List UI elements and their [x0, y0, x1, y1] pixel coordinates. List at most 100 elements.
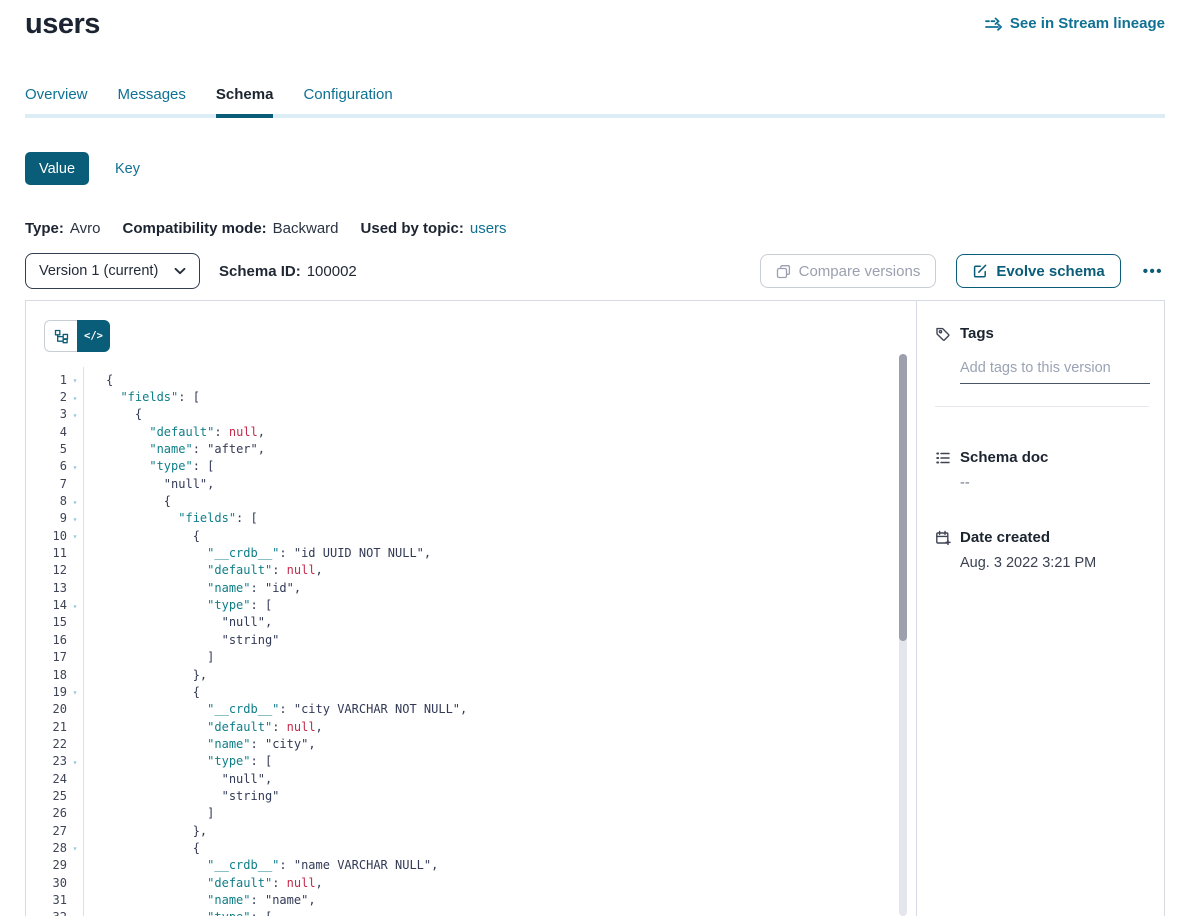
value-key-toggle: Value Key — [25, 152, 140, 185]
fold-arrow-icon[interactable]: ▾ — [67, 756, 83, 767]
line-number: 18 — [26, 668, 67, 682]
fold-arrow-icon[interactable]: ▾ — [67, 530, 83, 541]
tree-view-button[interactable] — [44, 320, 77, 352]
editor-scrollbar[interactable] — [899, 354, 907, 916]
evolve-schema-button[interactable]: Evolve schema — [956, 254, 1120, 288]
tag-icon — [935, 326, 951, 342]
fold-spacer — [67, 743, 83, 745]
tags-input[interactable] — [960, 356, 1150, 384]
code-text: ] — [83, 650, 214, 664]
compatibility-label: Compatibility mode: — [122, 220, 266, 237]
fold-arrow-icon[interactable]: ▾ — [67, 374, 83, 385]
code-text: "name": "name", — [83, 893, 316, 907]
code-text: "type": [ — [83, 598, 272, 612]
line-number: 3 — [26, 407, 67, 421]
fold-spacer — [67, 812, 83, 814]
code-text: "name": "city", — [83, 737, 316, 751]
code-line: 14▾ "type": [ — [26, 596, 902, 613]
tab-overview[interactable]: Overview — [25, 86, 88, 118]
fold-spacer — [67, 899, 83, 901]
code-line: 1▾{ — [26, 371, 902, 388]
fold-arrow-icon[interactable]: ▾ — [67, 912, 83, 916]
code-text: "string" — [83, 633, 279, 647]
tree-view-icon — [54, 329, 69, 344]
fold-arrow-icon[interactable]: ▾ — [67, 600, 83, 611]
line-number: 5 — [26, 442, 67, 456]
compare-versions-label: Compare versions — [799, 263, 921, 280]
code-view-button[interactable]: </> — [77, 320, 110, 352]
editor-view-toggle: </> — [44, 320, 110, 352]
stream-lineage-icon — [985, 17, 1003, 31]
code-text: "null", — [83, 615, 272, 629]
fold-arrow-icon[interactable]: ▾ — [67, 842, 83, 853]
stream-lineage-link[interactable]: See in Stream lineage — [985, 15, 1165, 32]
code-text: }, — [83, 668, 207, 682]
tab-schema[interactable]: Schema — [216, 86, 274, 118]
more-options-button[interactable]: ••• — [1141, 259, 1165, 284]
code-lines: 1▾{2▾ "fields": [3▾ {4 "default": null,5… — [26, 371, 902, 916]
page-title: users — [25, 8, 100, 41]
type-value: Avro — [70, 220, 101, 237]
key-toggle-button[interactable]: Key — [115, 161, 140, 177]
compare-versions-button[interactable]: Compare versions — [760, 254, 937, 288]
version-select[interactable]: Version 1 (current) — [25, 253, 200, 289]
code-line: 21 "default": null, — [26, 718, 902, 735]
type-label: Type: — [25, 220, 64, 237]
fold-spacer — [67, 726, 83, 728]
code-line: 15 "null", — [26, 614, 902, 631]
topic-link[interactable]: users — [470, 220, 507, 237]
line-number: 15 — [26, 615, 67, 629]
code-text: "default": null, — [83, 563, 323, 577]
tab-messages[interactable]: Messages — [118, 86, 186, 118]
fold-spacer — [67, 882, 83, 884]
line-number: 29 — [26, 858, 67, 872]
code-line: 23▾ "type": [ — [26, 753, 902, 770]
code-line: 2▾ "fields": [ — [26, 388, 902, 405]
code-text: "__crdb__": "name VARCHAR NULL", — [83, 858, 438, 872]
code-line: 19▾ { — [26, 683, 902, 700]
code-line: 28▾ { — [26, 839, 902, 856]
code-line: 6▾ "type": [ — [26, 458, 902, 475]
schema-doc-section: Schema doc -- — [935, 449, 1149, 491]
fold-arrow-icon[interactable]: ▾ — [67, 461, 83, 472]
value-toggle-button[interactable]: Value — [25, 152, 89, 185]
line-number: 9 — [26, 511, 67, 525]
fold-arrow-icon[interactable]: ▾ — [67, 513, 83, 524]
line-number: 19 — [26, 685, 67, 699]
fold-spacer — [67, 621, 83, 623]
line-number: 25 — [26, 789, 67, 803]
line-number: 1 — [26, 373, 67, 387]
sidebar-divider — [935, 406, 1149, 407]
line-number: 16 — [26, 633, 67, 647]
line-number: 12 — [26, 563, 67, 577]
code-text: "null", — [83, 477, 214, 491]
fold-spacer — [67, 778, 83, 780]
tags-title: Tags — [960, 325, 994, 342]
details-sidebar: Tags Schema doc -- — [916, 301, 1164, 916]
chevron-down-icon — [174, 267, 186, 275]
fold-arrow-icon[interactable]: ▾ — [67, 392, 83, 403]
code-line: 16 "string" — [26, 631, 902, 648]
code-text: "__crdb__": "id UUID NOT NULL", — [83, 546, 431, 560]
code-line: 29 "__crdb__": "name VARCHAR NULL", — [26, 857, 902, 874]
schema-doc-title: Schema doc — [960, 449, 1048, 466]
scrollbar-thumb[interactable] — [899, 354, 907, 641]
used-by-topic-label: Used by topic: — [361, 220, 464, 237]
line-number: 2 — [26, 390, 67, 404]
code-line: 5 "name": "after", — [26, 440, 902, 457]
schema-id-label: Schema ID: — [219, 263, 301, 280]
edit-schema-icon — [972, 263, 988, 279]
tab-configuration[interactable]: Configuration — [303, 86, 392, 118]
line-number: 22 — [26, 737, 67, 751]
fold-arrow-icon[interactable]: ▾ — [67, 686, 83, 697]
fold-arrow-icon[interactable]: ▾ — [67, 409, 83, 420]
stream-lineage-label: See in Stream lineage — [1010, 15, 1165, 32]
code-text: { — [83, 841, 200, 855]
fold-spacer — [67, 864, 83, 866]
version-select-value: Version 1 (current) — [39, 263, 158, 279]
schema-doc-value: -- — [960, 475, 1149, 491]
code-line: 4 "default": null, — [26, 423, 902, 440]
fold-spacer — [67, 656, 83, 658]
fold-spacer — [67, 708, 83, 710]
fold-arrow-icon[interactable]: ▾ — [67, 496, 83, 507]
